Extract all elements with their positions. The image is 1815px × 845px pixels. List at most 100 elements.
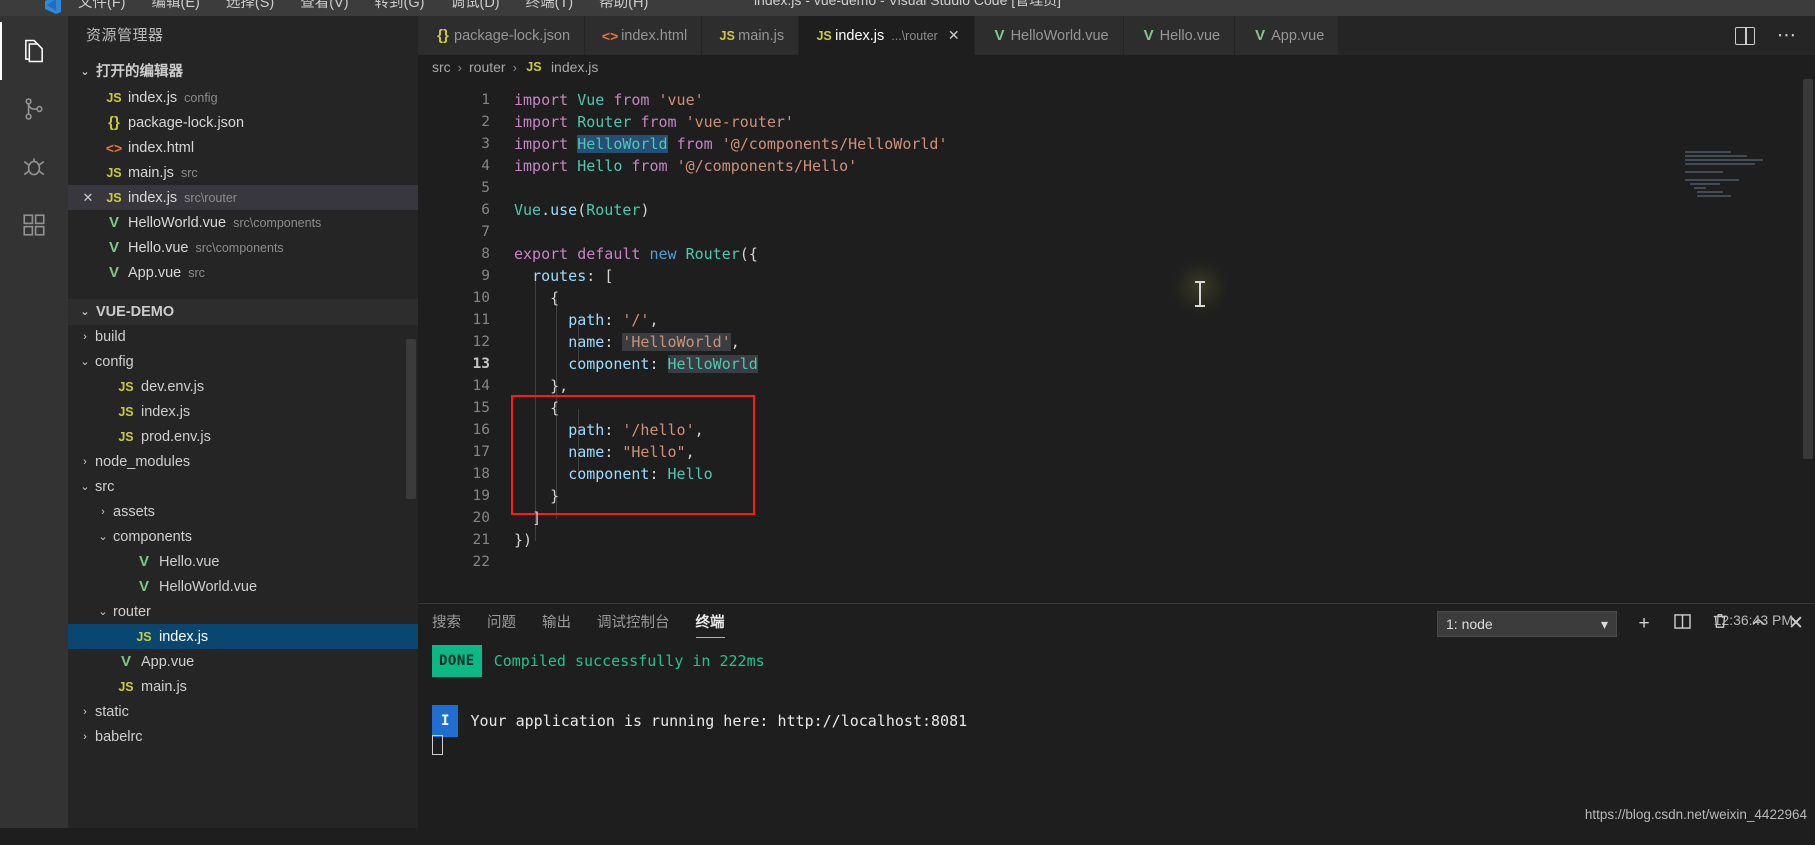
open-editor-item[interactable]: ✕ JS index.js src\router xyxy=(68,185,418,210)
code-line[interactable]: 4 import Hello from '@/components/Hello' xyxy=(418,155,1815,177)
code-line[interactable]: 16 path: '/hello', xyxy=(418,419,1815,441)
sidebar-scrollbar[interactable] xyxy=(406,339,416,499)
code-line[interactable]: 2 import Router from 'vue-router' xyxy=(418,111,1815,133)
open-editor-item[interactable]: JS main.js src xyxy=(68,160,418,185)
editor-tab[interactable]: <> index.html xyxy=(585,16,703,55)
chevron-right-icon[interactable]: › xyxy=(94,506,112,518)
code-line[interactable]: 12 name: 'HelloWorld', xyxy=(418,331,1815,353)
tree-file-item[interactable]: JS main.js xyxy=(68,674,418,699)
source-control-icon[interactable] xyxy=(0,80,68,138)
code-line[interactable]: 18 component: Hello xyxy=(418,463,1815,485)
code-line[interactable]: 6 Vue.use(Router) xyxy=(418,199,1815,221)
tree-file-item[interactable]: JS index.js xyxy=(68,399,418,424)
js-file-icon: JS xyxy=(106,190,122,205)
code-line[interactable]: 21}) xyxy=(418,529,1815,551)
open-editor-item[interactable]: {} package-lock.json xyxy=(68,110,418,135)
open-editor-path: src\router xyxy=(184,190,237,205)
tree-item-label: HelloWorld.vue xyxy=(159,578,258,595)
code-line[interactable]: 13 component: HelloWorld xyxy=(418,353,1815,375)
code-line[interactable]: 11 path: '/', xyxy=(418,309,1815,331)
code-line[interactable]: 1 import Vue from 'vue' xyxy=(418,89,1815,111)
code-line[interactable]: 22 xyxy=(418,551,1815,573)
panel-tab[interactable]: 搜索 xyxy=(432,604,461,642)
tree-file-item[interactable]: V HelloWorld.vue xyxy=(68,574,418,599)
explorer-icon[interactable] xyxy=(0,22,68,80)
new-terminal-button[interactable]: + xyxy=(1633,613,1655,635)
tree-item-label: index.js xyxy=(141,403,191,420)
tree-file-item[interactable]: V Hello.vue xyxy=(68,549,418,574)
tree-folder-item[interactable]: › node_modules xyxy=(68,449,418,474)
tree-folder-item[interactable]: ⌄ router xyxy=(68,599,418,624)
line-number: 19 xyxy=(472,488,490,504)
chevron-down-icon: ⌄ xyxy=(80,66,90,78)
code-line[interactable]: 14 }, xyxy=(418,375,1815,397)
split-editor-button[interactable] xyxy=(1735,26,1755,45)
code-line[interactable]: 10 { xyxy=(418,287,1815,309)
split-terminal-button[interactable] xyxy=(1671,613,1693,635)
breadcrumb-item-router[interactable]: router xyxy=(469,59,506,75)
editor-tab[interactable]: JS main.js xyxy=(702,16,800,55)
tree-file-item[interactable]: JS prod.env.js xyxy=(68,424,418,449)
more-actions-button[interactable]: ⋯ xyxy=(1777,26,1797,45)
editor-tab[interactable]: JS index.js ...\router ✕ xyxy=(799,16,975,55)
editor-tab[interactable]: V App.vue xyxy=(1235,16,1340,55)
code-line[interactable]: 15 { xyxy=(418,397,1815,419)
code-line[interactable]: 9 routes: [ xyxy=(418,265,1815,287)
editor-tab[interactable]: V HelloWorld.vue xyxy=(974,16,1124,55)
open-editor-item[interactable]: V App.vue src xyxy=(68,260,418,285)
code-text: name: "Hello", xyxy=(568,443,695,461)
open-editors-section: ⌄ 打开的编辑器 JS index.js config {} package-lock.… xyxy=(68,59,418,285)
line-number: 6 xyxy=(481,202,490,218)
chevron-right-icon[interactable]: › xyxy=(76,706,94,718)
tree-file-item[interactable]: JS index.js xyxy=(68,624,418,649)
panel-tab[interactable]: 调试控制台 xyxy=(597,604,670,642)
close-editor-icon[interactable]: ✕ xyxy=(76,190,100,206)
panel-tab[interactable]: 问题 xyxy=(487,604,516,642)
tree-file-item[interactable]: V App.vue xyxy=(68,649,418,674)
js-file-icon: JS xyxy=(719,28,735,43)
chevron-down-icon[interactable]: ⌄ xyxy=(94,605,112,618)
panel-tab[interactable]: 终端 xyxy=(695,604,725,642)
activity-bar xyxy=(0,16,68,828)
open-editor-item[interactable]: JS index.js config xyxy=(68,85,418,110)
open-editor-item[interactable]: V HelloWorld.vue src\components xyxy=(68,210,418,235)
code-line[interactable]: 17 name: "Hello", xyxy=(418,441,1815,463)
editor-tab-actions: ⋯ xyxy=(1717,16,1815,55)
tree-folder-item[interactable]: ⌄ config xyxy=(68,349,418,374)
chevron-right-icon[interactable]: › xyxy=(76,456,94,468)
code-line[interactable]: 5 xyxy=(418,177,1815,199)
tree-file-item[interactable]: JS dev.env.js xyxy=(68,374,418,399)
chevron-down-icon[interactable]: ⌄ xyxy=(76,480,94,493)
tree-folder-item[interactable]: › build xyxy=(68,324,418,349)
code-line[interactable]: 3 import HelloWorld from '@/components/He… xyxy=(418,133,1815,155)
tree-folder-item[interactable]: ⌄ components xyxy=(68,524,418,549)
code-line[interactable]: 20 ] xyxy=(418,507,1815,529)
code-editor[interactable]: 1 import Vue from 'vue' 2 import Router fro… xyxy=(418,79,1815,603)
terminal-selector[interactable]: 1: node ▾ xyxy=(1437,611,1617,637)
breadcrumb-item-src[interactable]: src xyxy=(432,59,451,75)
code-line[interactable]: 8 export default new Router({ xyxy=(418,243,1815,265)
chevron-right-icon[interactable]: › xyxy=(76,331,94,343)
panel-tab[interactable]: 输出 xyxy=(542,604,571,642)
tree-item-label: dev.env.js xyxy=(141,378,205,395)
project-root-header[interactable]: ⌄ VUE-DEMO xyxy=(68,299,418,325)
open-editor-item[interactable]: V Hello.vue src\components xyxy=(68,235,418,260)
editor-tab-label: package-lock.json xyxy=(454,27,571,44)
debug-icon[interactable] xyxy=(0,138,68,196)
breadcrumb-item-file[interactable]: index.js xyxy=(551,59,598,75)
code-line[interactable]: 7 xyxy=(418,221,1815,243)
editor-tab[interactable]: V Hello.vue xyxy=(1123,16,1236,55)
extensions-icon[interactable] xyxy=(0,196,68,254)
code-line[interactable]: 19 } xyxy=(418,485,1815,507)
chevron-down-icon[interactable]: ⌄ xyxy=(76,355,94,368)
open-editor-item[interactable]: <> index.html xyxy=(68,135,418,160)
editor-tab[interactable]: {} package-lock.json xyxy=(418,16,586,55)
tree-folder-item[interactable]: › static xyxy=(68,699,418,724)
chevron-right-icon[interactable]: › xyxy=(76,731,94,743)
tree-folder-item[interactable]: › assets xyxy=(68,499,418,524)
tree-folder-item[interactable]: › babelrc xyxy=(68,724,418,749)
close-tab-icon[interactable]: ✕ xyxy=(948,27,960,44)
tree-folder-item[interactable]: ⌄ src xyxy=(68,474,418,499)
open-editors-header[interactable]: ⌄ 打开的编辑器 xyxy=(68,59,418,85)
chevron-down-icon[interactable]: ⌄ xyxy=(94,530,112,543)
